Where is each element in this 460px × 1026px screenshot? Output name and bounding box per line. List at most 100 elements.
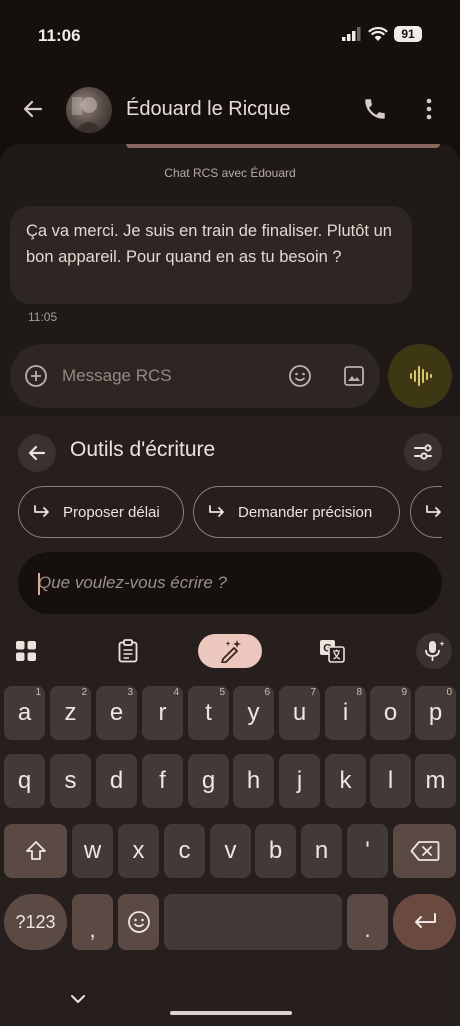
key-label: r bbox=[158, 699, 167, 726]
key-apostrophe[interactable]: ' bbox=[347, 824, 388, 878]
call-button[interactable] bbox=[362, 96, 388, 122]
key-g[interactable]: g bbox=[188, 754, 229, 808]
space-bar[interactable] bbox=[164, 894, 342, 950]
signal-icon bbox=[342, 27, 361, 41]
key-label: k bbox=[339, 767, 352, 794]
key-f[interactable]: f bbox=[142, 754, 183, 808]
status-icons: 91 bbox=[342, 26, 422, 42]
key-label: z bbox=[64, 699, 77, 726]
key-w[interactable]: w bbox=[72, 824, 113, 878]
key-x[interactable]: x bbox=[118, 824, 159, 878]
key-y[interactable]: y6 bbox=[233, 686, 274, 740]
apps-grid-icon bbox=[16, 641, 36, 661]
message-timestamp: 11:05 bbox=[28, 310, 58, 324]
compose-bar bbox=[10, 344, 380, 408]
smiley-icon bbox=[127, 911, 150, 933]
comma-key[interactable]: , bbox=[72, 894, 113, 950]
key-j[interactable]: j bbox=[279, 754, 320, 808]
plus-circle-icon bbox=[25, 365, 47, 387]
key-q[interactable]: q bbox=[4, 754, 45, 808]
gesture-home-bar[interactable] bbox=[170, 1011, 292, 1015]
phone-icon bbox=[365, 99, 385, 119]
key-label: s bbox=[64, 767, 77, 794]
key-o[interactable]: o9 bbox=[370, 686, 411, 740]
key-k[interactable]: k bbox=[325, 754, 366, 808]
key-label: e bbox=[109, 699, 124, 726]
key-label: g bbox=[201, 767, 216, 794]
chevron-down-icon bbox=[71, 995, 85, 1003]
writing-tools-title: Outils d'écriture bbox=[70, 438, 216, 461]
key-label: c bbox=[178, 837, 191, 864]
period-key[interactable]: . bbox=[347, 894, 388, 950]
attach-button[interactable] bbox=[24, 364, 48, 388]
chip-more[interactable] bbox=[410, 486, 442, 538]
key-m[interactable]: m bbox=[415, 754, 456, 808]
key-label: ' bbox=[365, 837, 370, 864]
key-i[interactable]: i8 bbox=[325, 686, 366, 740]
chip-demander-precision[interactable]: Demander précision bbox=[193, 486, 400, 538]
key-r[interactable]: r4 bbox=[142, 686, 183, 740]
key-label: o bbox=[383, 699, 398, 726]
clipboard-button[interactable] bbox=[114, 634, 142, 668]
key-d[interactable]: d bbox=[96, 754, 137, 808]
key-label: p bbox=[428, 699, 443, 726]
key-label: , bbox=[89, 917, 96, 942]
emoji-button[interactable] bbox=[288, 364, 312, 388]
more-vertical-icon bbox=[426, 98, 432, 120]
key-hint: 3 bbox=[127, 687, 133, 698]
writing-tools-back-button[interactable] bbox=[18, 434, 56, 472]
apps-button[interactable] bbox=[12, 634, 40, 668]
contact-avatar[interactable] bbox=[66, 87, 112, 133]
key-e[interactable]: e3 bbox=[96, 686, 137, 740]
key-a[interactable]: a1 bbox=[4, 686, 45, 740]
key-hint: 6 bbox=[264, 687, 270, 698]
emoji-key[interactable] bbox=[118, 894, 159, 950]
key-n[interactable]: n bbox=[301, 824, 342, 878]
wifi-icon bbox=[368, 26, 388, 41]
key-s[interactable]: s bbox=[50, 754, 91, 808]
voice-typing-button[interactable] bbox=[416, 633, 452, 669]
key-b[interactable]: b bbox=[255, 824, 296, 878]
clipboard-icon bbox=[118, 639, 138, 663]
sliders-icon bbox=[414, 444, 432, 460]
key-z[interactable]: z2 bbox=[50, 686, 91, 740]
key-hint: 8 bbox=[356, 687, 362, 698]
chip-proposer-delai[interactable]: Proposer délai bbox=[18, 486, 184, 538]
voice-message-button[interactable] bbox=[388, 344, 452, 408]
previous-message-edge bbox=[126, 144, 440, 148]
shift-key[interactable] bbox=[4, 824, 67, 878]
writing-tools-button[interactable] bbox=[198, 634, 262, 668]
gallery-button[interactable] bbox=[342, 364, 366, 388]
key-v[interactable]: v bbox=[210, 824, 251, 878]
key-c[interactable]: c bbox=[164, 824, 205, 878]
key-l[interactable]: l bbox=[370, 754, 411, 808]
conversation-header: Édouard le Ricque bbox=[0, 76, 460, 144]
key-h[interactable]: h bbox=[233, 754, 274, 808]
symbols-key[interactable]: ?123 bbox=[4, 894, 67, 950]
waveform-icon bbox=[410, 366, 432, 386]
suggestion-chips: Proposer délai Demander précision bbox=[18, 486, 442, 538]
incoming-message-bubble[interactable]: Ça va merci. Je suis en train de finalis… bbox=[10, 206, 412, 304]
backspace-key[interactable] bbox=[393, 824, 456, 878]
hide-keyboard-button[interactable] bbox=[68, 992, 88, 1006]
arrow-left-icon bbox=[28, 445, 46, 461]
more-options-button[interactable] bbox=[418, 96, 440, 122]
key-u[interactable]: u7 bbox=[279, 686, 320, 740]
status-time: 11:06 bbox=[38, 26, 81, 45]
translate-button[interactable]: G bbox=[318, 634, 346, 668]
key-p[interactable]: p0 bbox=[415, 686, 456, 740]
writing-tools-settings-button[interactable] bbox=[404, 433, 442, 471]
key-label: u bbox=[292, 699, 307, 726]
text-caret bbox=[38, 573, 40, 595]
key-t[interactable]: t5 bbox=[188, 686, 229, 740]
key-label: . bbox=[364, 917, 371, 942]
contact-name[interactable]: Édouard le Ricque bbox=[126, 98, 291, 121]
key-label: f bbox=[159, 767, 166, 794]
enter-key[interactable] bbox=[393, 894, 456, 950]
keyboard-toolbar: G bbox=[0, 630, 460, 672]
back-button[interactable] bbox=[20, 96, 46, 122]
arrow-left-icon bbox=[23, 100, 43, 118]
image-icon bbox=[344, 366, 364, 386]
writing-prompt-input[interactable] bbox=[38, 566, 418, 600]
message-input[interactable] bbox=[62, 360, 272, 392]
